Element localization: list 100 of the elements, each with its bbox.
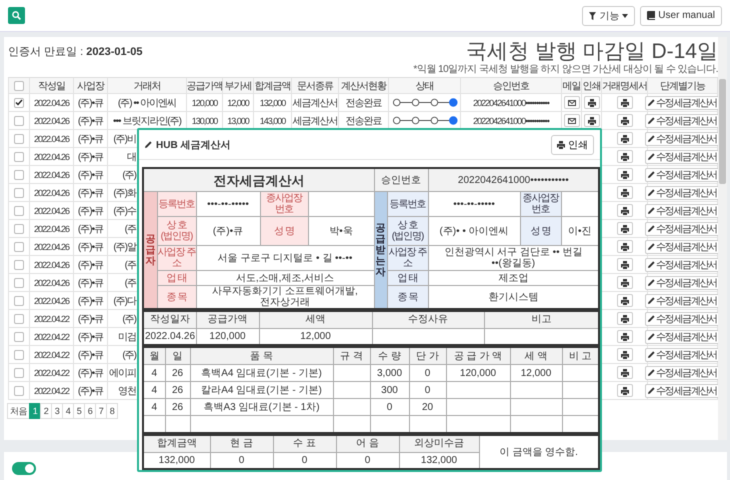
table-cell: 2022.04.26: [34, 152, 70, 162]
edit-invoice-button[interactable]: 수정세금계산서: [645, 132, 720, 146]
page-button[interactable]: 2: [40, 403, 52, 419]
print-icon: [620, 314, 628, 322]
edit-invoice-button[interactable]: 수정세금계산서: [645, 294, 720, 308]
page-button[interactable]: 8: [106, 403, 118, 419]
toggle-switch[interactable]: [12, 462, 36, 475]
edit-invoice-button[interactable]: 수정세금계산서: [645, 114, 720, 128]
table-cell: 26: [172, 402, 184, 412]
row-checkbox[interactable]: [14, 98, 24, 108]
print-button[interactable]: [616, 150, 632, 163]
field-label: 등록번호: [158, 198, 194, 210]
row-checkbox[interactable]: [14, 224, 24, 234]
row-checkbox[interactable]: [14, 368, 24, 378]
print-button[interactable]: [616, 204, 632, 217]
function-dropdown-button[interactable]: 기능: [582, 6, 636, 26]
deadline-title: 국세청 발행 마감일 D-14일: [466, 40, 718, 64]
user-manual-button[interactable]: User manual: [640, 6, 722, 26]
edit-invoice-button[interactable]: 수정세금계산서: [645, 348, 720, 362]
print-button[interactable]: 인쇄: [551, 134, 594, 154]
row-checkbox[interactable]: [14, 332, 24, 342]
scrollbar-thumb[interactable]: [719, 79, 726, 184]
table-cell: 흑백A3 임대료(기본 - 1차): [203, 402, 320, 412]
print-button[interactable]: [616, 366, 632, 379]
page-button[interactable]: 6: [84, 403, 96, 419]
row-checkbox[interactable]: [14, 170, 24, 180]
row-checkbox[interactable]: [14, 296, 24, 306]
page-button[interactable]: 4: [62, 403, 74, 419]
mail-button[interactable]: [564, 96, 580, 109]
row-checkbox[interactable]: [14, 116, 24, 126]
print-button[interactable]: [616, 348, 632, 361]
print-button[interactable]: [616, 96, 632, 109]
edit-invoice-button[interactable]: 수정세금계산서: [645, 384, 720, 398]
row-checkbox[interactable]: [14, 134, 24, 144]
table-cell: 2022.04.26: [34, 206, 70, 216]
print-button[interactable]: [616, 276, 632, 289]
row-checkbox[interactable]: [14, 188, 24, 198]
edit-invoice-button[interactable]: 수정세금계산서: [645, 222, 720, 236]
row-checkbox[interactable]: [14, 152, 24, 162]
row-checkbox[interactable]: [14, 206, 24, 216]
table-cell-text: 미검: [117, 330, 136, 344]
table-cell-text: (주)•큐: [78, 150, 104, 164]
page-button[interactable]: 3: [51, 403, 63, 419]
print-button[interactable]: [616, 312, 632, 325]
edit-invoice-button[interactable]: 수정세금계산서: [645, 186, 720, 200]
mail-button[interactable]: [564, 114, 580, 127]
pencil-icon: [145, 141, 152, 148]
edit-invoice-button[interactable]: 수정세금계산서: [645, 330, 720, 344]
print-button[interactable]: [616, 384, 632, 397]
table-cell: 26: [172, 384, 184, 396]
print-icon: [620, 170, 628, 178]
print-icon: [620, 134, 628, 142]
search-button[interactable]: [8, 7, 25, 24]
pencil-icon: [648, 189, 656, 196]
edit-invoice-button[interactable]: 수정세금계산서: [645, 168, 720, 182]
row-checkbox[interactable]: [14, 242, 24, 252]
edit-invoice-button[interactable]: 수정세금계산서: [645, 204, 720, 218]
edit-invoice-button[interactable]: 수정세금계산서: [645, 276, 720, 290]
select-all-checkbox[interactable]: [14, 80, 24, 90]
pencil-icon: [648, 225, 656, 232]
print-button[interactable]: [584, 114, 600, 127]
print-button[interactable]: [616, 258, 632, 271]
print-button[interactable]: [616, 186, 632, 199]
print-button[interactable]: [616, 330, 632, 343]
field-label: 성 명: [274, 226, 294, 236]
edit-invoice-button[interactable]: 수정세금계산서: [645, 312, 720, 326]
print-button[interactable]: [616, 222, 632, 235]
row-checkbox[interactable]: [14, 278, 24, 288]
edit-invoice-button[interactable]: 수정세금계산서: [645, 150, 720, 164]
table-cell: 2022.04.26: [34, 116, 70, 126]
edit-invoice-button[interactable]: 수정세금계산서: [645, 96, 720, 110]
row-checkbox[interactable]: [14, 386, 24, 396]
row-checkbox[interactable]: [14, 314, 24, 324]
table-cell: 2022.04.22: [34, 386, 70, 396]
edit-invoice-button[interactable]: 수정세금계산서: [645, 366, 720, 380]
print-button[interactable]: [616, 168, 632, 181]
edit-invoice-button[interactable]: 수정세금계산서: [645, 240, 720, 254]
print-button[interactable]: [616, 132, 632, 145]
table-cell: 0: [424, 384, 430, 396]
page-button[interactable]: 5: [73, 403, 85, 419]
print-button[interactable]: [616, 294, 632, 307]
print-icon: [620, 242, 628, 250]
page-button[interactable]: 7: [95, 403, 107, 419]
print-button[interactable]: [616, 240, 632, 253]
column-header: 어 음: [356, 438, 379, 450]
column-header: 월: [149, 350, 160, 362]
print-icon: [620, 206, 628, 214]
column-header: 메일: [562, 80, 580, 92]
scrollbar[interactable]: [718, 37, 727, 440]
print-button[interactable]: [584, 96, 600, 109]
page-button[interactable]: 처음: [7, 403, 30, 419]
print-button[interactable]: [616, 114, 632, 127]
print-icon: [620, 116, 628, 124]
table-cell-text: (주: [124, 222, 136, 236]
row-checkbox[interactable]: [14, 350, 24, 360]
table-cell: 120,000: [460, 368, 496, 378]
edit-invoice-button[interactable]: 수정세금계산서: [645, 258, 720, 272]
column-header: 거래명세서: [602, 80, 647, 92]
row-checkbox[interactable]: [14, 260, 24, 270]
table-cell: 2022.04.22: [34, 350, 70, 360]
